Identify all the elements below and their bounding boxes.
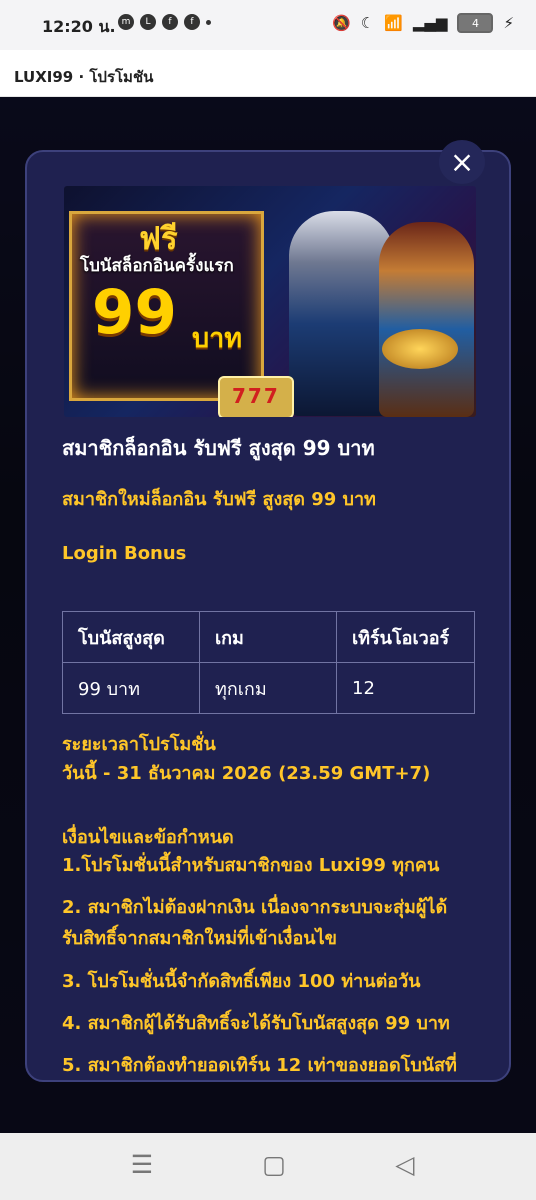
login-bonus-heading: Login Bonus (62, 543, 187, 564)
banner-character-woman (379, 222, 474, 417)
banner-subtitle: โบนัสล็อกอินครั้งแรก (80, 256, 234, 276)
table-header: เกม (199, 611, 337, 663)
page-title: LUXI99 · โปรโมชัน (14, 68, 154, 86)
status-bar: 12:20 น. m L f f 🔕 ☾ 📶 ▂▄▆ 4 ⚡ (0, 0, 536, 50)
condition-item-1: 1.โปรโมชั่นนี้สำหรับสมาชิกของ Luxi99 ทุก… (62, 855, 440, 876)
notification-icons: m L f f (118, 14, 211, 30)
wifi-icon: 📶 (384, 14, 403, 32)
signal-icon: ▂▄▆ (412, 14, 448, 32)
table-header: เทิร์นโอเวอร์ (336, 611, 475, 663)
condition-item-3: 3. โปรโมชั่นนี้จำกัดสิทธิ์เพียง 100 ท่าน… (62, 971, 421, 992)
promotion-subtitle: สมาชิกใหม่ล็อกอิน รับฟรี สูงสุด 99 บาท (62, 489, 376, 510)
messenger-icon: m (118, 14, 134, 30)
facebook-icon: f (184, 14, 200, 30)
banner-amount: 99 (92, 277, 177, 348)
table-cell: 99 บาท (62, 662, 200, 714)
mute-icon: 🔕 (332, 14, 351, 32)
system-navigation-bar: ☰ ▢ ◁ (0, 1133, 536, 1200)
status-time: 12:20 น. (42, 17, 116, 36)
slot-machine-text: 777 (232, 384, 280, 408)
line-icon: L (140, 14, 156, 30)
promotion-title: สมาชิกล็อกอิน รับฟรี สูงสุด 99 บาท (62, 436, 375, 460)
recent-apps-icon[interactable]: ☰ (130, 1150, 154, 1179)
back-icon[interactable]: ◁ (393, 1150, 417, 1179)
condition-item-2-continued: รับสิทธิ์จากสมาชิกใหม่ที่เข้าเงื่อนไข (62, 928, 337, 949)
app-bar: LUXI99 · โปรโมชัน (0, 50, 536, 97)
battery-icon: 4 (457, 13, 494, 33)
close-button[interactable]: × (439, 140, 485, 184)
promotion-period-heading: ระยะเวลาโปรโมชั่น (62, 734, 216, 755)
dot-icon (206, 19, 211, 25)
charging-icon: ⚡ (503, 14, 514, 32)
home-symbol: ▢ (262, 1150, 286, 1179)
back-symbol: ◁ (395, 1150, 415, 1179)
moon-icon: ☾ (360, 14, 375, 32)
condition-item-2: 2. สมาชิกไม่ต้องฝากเงิน เนื่องจากระบบจะส… (62, 897, 448, 918)
condition-item-4: 4. สมาชิกผู้ได้รับสิทธิ์จะได้รับโบนัสสูง… (62, 1013, 450, 1034)
table-row: 99 บาท ทุกเกม 12 (62, 662, 475, 714)
table-header: โบนัสสูงสุด (62, 611, 200, 663)
conditions-heading: เงื่อนไขและข้อกำหนด (62, 827, 234, 848)
promotion-modal: ฟรี โบนัสล็อกอินครั้งแรก 99 บาท 777 สมาช… (25, 150, 511, 1082)
promotion-banner: ฟรี โบนัสล็อกอินครั้งแรก 99 บาท 777 (64, 186, 476, 417)
recent-apps-symbol: ☰ (130, 1150, 154, 1179)
table-cell: 12 (336, 662, 475, 714)
table-cell: ทุกเกม (199, 662, 337, 714)
table-header-row: โบนัสสูงสุด เกม เทิร์นโอเวอร์ (62, 611, 475, 663)
home-icon[interactable]: ▢ (262, 1150, 286, 1179)
battery-level: 4 (471, 16, 479, 30)
banner-gold-pile (382, 329, 458, 369)
bonus-table: โบนัสสูงสุด เกม เทิร์นโอเวอร์ 99 บาท ทุก… (62, 611, 475, 714)
facebook-icon: f (162, 14, 178, 30)
promotion-period-value: วันนี้ - 31 ธันวาคม 2026 (23.59 GMT+7) (62, 763, 431, 784)
system-status-icons: 🔕 ☾ 📶 ▂▄▆ 4 ⚡ (332, 13, 514, 33)
banner-unit: บาท (192, 323, 243, 354)
condition-item-5: 5. สมาชิกต้องทำยอดเทิร์น 12 เท่าของยอดโบ… (62, 1055, 457, 1076)
close-icon: × (449, 145, 475, 179)
